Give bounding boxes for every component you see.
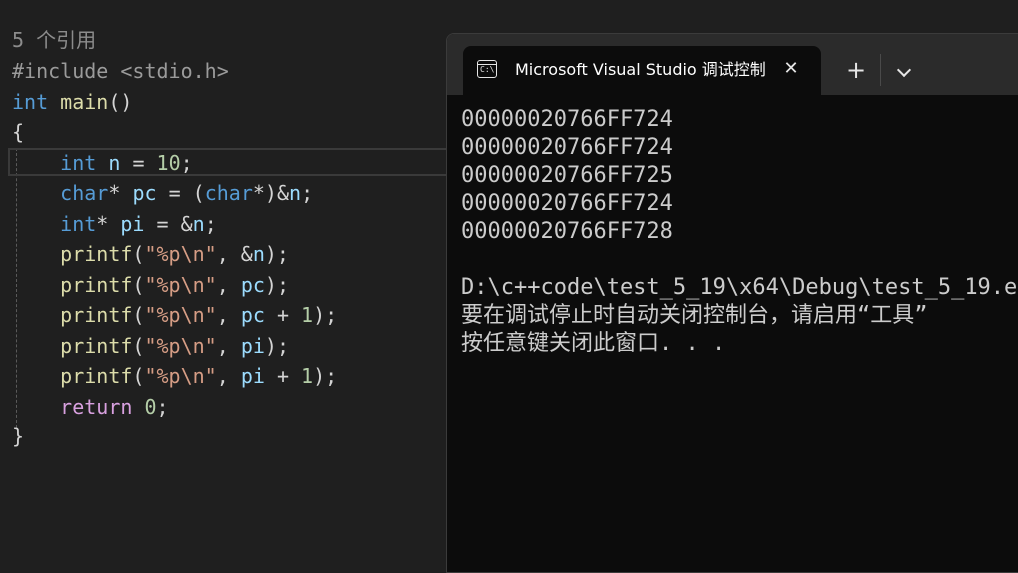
- code-line-char-pc: char* pc = (char*)&n;: [60, 181, 314, 205]
- terminal-titlebar[interactable]: C:\ Microsoft Visual Studio 调试控制台 ✕ +: [447, 34, 1018, 96]
- close-icon[interactable]: ✕: [779, 56, 803, 82]
- terminal-tab[interactable]: C:\ Microsoft Visual Studio 调试控制台 ✕: [463, 46, 821, 96]
- new-tab-button[interactable]: +: [841, 56, 871, 86]
- code-line-return: return 0;: [60, 395, 169, 419]
- code-line-close-brace: }: [12, 424, 25, 448]
- debug-console-window[interactable]: C:\ Microsoft Visual Studio 调试控制台 ✕ + 00…: [446, 33, 1018, 573]
- code-line-printf-pi: printf("%p\n", pi);: [60, 334, 289, 358]
- tab-title: Microsoft Visual Studio 调试控制台: [515, 60, 765, 79]
- code-line-printf-pc: printf("%p\n", pc);: [60, 273, 289, 297]
- code-line-int-n: int n = 10;: [60, 151, 193, 175]
- output-line: 00000020766FF728: [461, 219, 673, 244]
- code-line-open-brace: {: [12, 120, 25, 144]
- code-line-printf-n: printf("%p\n", &n);: [60, 242, 289, 266]
- output-line: 00000020766FF724: [461, 135, 673, 160]
- code-line-printf-pi-plus: printf("%p\n", pi + 1);: [60, 364, 338, 388]
- output-line: 00000020766FF725: [461, 163, 673, 188]
- code-line-main: int main(): [12, 90, 133, 114]
- console-icon: C:\: [477, 60, 497, 78]
- code-line-include: #include <stdio.h>: [12, 59, 229, 83]
- output-line-press-key: 按任意键关闭此窗口. . .: [461, 331, 726, 356]
- output-line: 00000020766FF724: [461, 191, 673, 216]
- output-line-hint: 要在调试停止时自动关闭控制台，请启用“工具”: [461, 303, 928, 328]
- output-line-exe-path: D:\c++code\test_5_19\x64\Debug\test_5_19…: [461, 275, 1018, 300]
- code-line-int-pi: int* pi = &n;: [60, 212, 217, 236]
- codelens-references[interactable]: 5 个引用: [12, 25, 96, 55]
- titlebar-divider: [880, 54, 881, 86]
- output-line: 00000020766FF724: [461, 107, 673, 132]
- code-line-printf-pc-plus: printf("%p\n", pc + 1);: [60, 303, 338, 327]
- chevron-down-icon[interactable]: [891, 56, 917, 86]
